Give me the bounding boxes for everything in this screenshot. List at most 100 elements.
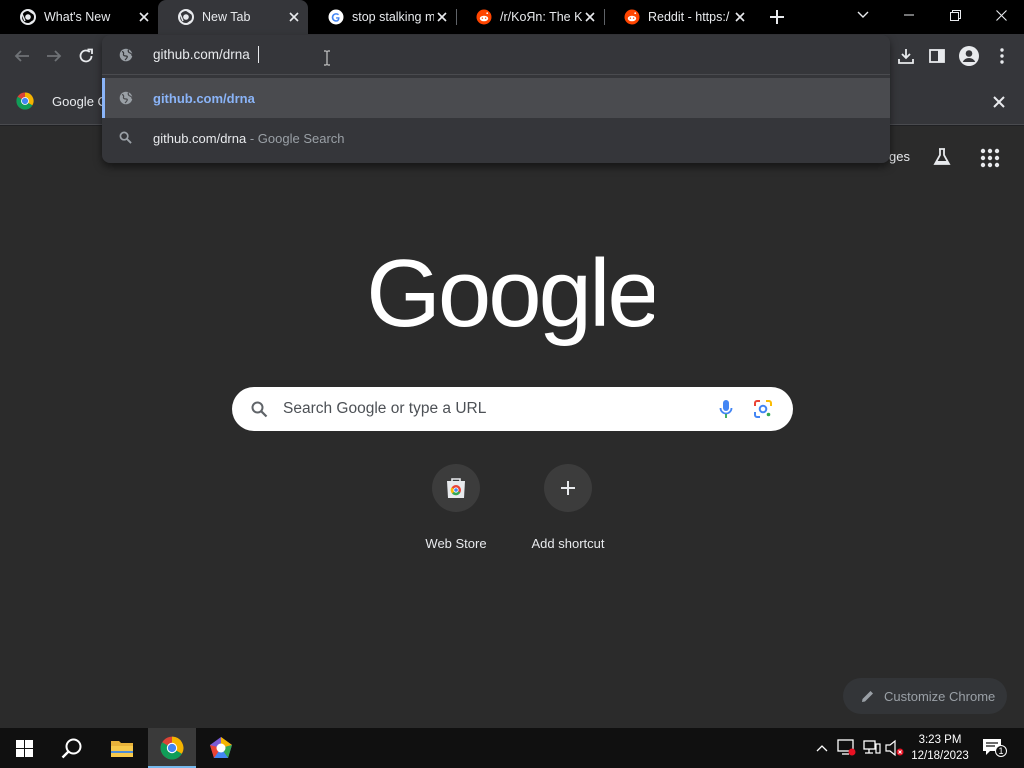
windows-taskbar: 3:23 PM 12/18/2023 1 (0, 728, 1024, 768)
text-cursor-icon (324, 50, 330, 66)
close-tab-icon[interactable] (136, 9, 152, 25)
plus-icon (770, 10, 784, 24)
reload-button[interactable] (72, 42, 100, 70)
selected-indicator (102, 78, 105, 118)
close-icon (993, 96, 1005, 108)
ntp-search-box[interactable]: Search Google or type a URL (232, 387, 793, 431)
minimize-button[interactable] (886, 0, 932, 30)
close-tab-icon[interactable] (286, 9, 302, 25)
back-button[interactable] (8, 42, 36, 70)
taskbar-clock[interactable]: 3:23 PM 12/18/2023 (906, 732, 974, 764)
close-tab-icon[interactable] (434, 9, 450, 25)
omnibox-suggestion-search[interactable]: github.com/drna - Google Search (102, 118, 890, 158)
shortcut-label: Web Store (425, 536, 487, 551)
google-logo-text: Google (370, 244, 654, 347)
show-hidden-icons-button[interactable] (812, 740, 832, 756)
new-tab-page: ges Google Search Google or type a URL W… (0, 126, 1024, 728)
bookmark-label: Google C (52, 93, 107, 109)
tab-title: stop stalking m (352, 10, 434, 24)
downloads-button[interactable] (892, 42, 920, 70)
microphone-icon[interactable] (719, 399, 733, 419)
chrome-menu-button[interactable] (988, 42, 1016, 70)
tab-whats-new[interactable]: What's New (0, 0, 158, 34)
restore-button[interactable] (932, 0, 978, 30)
chrome-icon (178, 9, 194, 25)
arrow-right-icon (47, 50, 62, 62)
omnibox-suggestion-url[interactable]: github.com/drna (102, 78, 890, 118)
shortcut-label: Add shortcut (531, 536, 605, 551)
tab-title: /r/KoЯn: The K (500, 10, 582, 24)
chrome-logo-icon (16, 92, 34, 110)
reddit-icon (476, 9, 492, 25)
download-icon (898, 49, 914, 64)
minimize-icon (904, 14, 914, 16)
images-link-fragment[interactable]: ges (889, 149, 910, 164)
pentagon-app-icon (210, 737, 232, 758)
omnibox-input[interactable]: github.com/drna (153, 47, 250, 62)
labs-button[interactable] (930, 146, 954, 168)
google-apps-button[interactable] (978, 146, 1002, 170)
network-icon (863, 740, 881, 754)
network-icon-button[interactable] (862, 739, 882, 757)
taskbar-file-explorer[interactable] (98, 728, 146, 768)
taskbar-search-button[interactable] (48, 728, 96, 768)
taskbar-chrome[interactable] (148, 728, 196, 768)
restore-icon (949, 9, 961, 21)
shortcut-icon-bg (544, 464, 592, 512)
search-icon (119, 131, 132, 144)
kebab-menu-icon (1000, 48, 1004, 64)
clock-time: 3:23 PM (918, 734, 962, 746)
tab-search-button[interactable] (851, 3, 875, 27)
side-panel-icon (929, 49, 945, 63)
close-bar-button[interactable] (990, 93, 1008, 111)
customize-chrome-button[interactable]: Customize Chrome (843, 678, 1007, 714)
tab-korn-reddit[interactable]: /r/KoЯn: The K (456, 0, 604, 34)
new-tab-button[interactable] (764, 5, 790, 29)
close-window-button[interactable] (978, 0, 1024, 30)
plus-icon (561, 481, 575, 495)
monitor-warning-icon (837, 739, 856, 756)
clock-date: 12/18/2023 (911, 750, 969, 762)
tab-strip: What's New New Tab stop stalking m /r/Ko… (0, 0, 1024, 34)
flask-icon (933, 148, 951, 165)
tab-new-tab[interactable]: New Tab (158, 0, 308, 34)
tray-app-icon[interactable] (837, 739, 857, 757)
google-g-icon (328, 9, 344, 25)
profile-button[interactable] (955, 42, 983, 70)
close-tab-icon[interactable] (582, 9, 598, 25)
arrow-left-icon (14, 50, 29, 62)
chevron-down-icon (857, 11, 869, 18)
folder-icon (111, 741, 133, 757)
pencil-icon (862, 690, 873, 702)
text-caret (258, 46, 259, 63)
tab-title: Reddit - https:/ (648, 10, 730, 24)
search-icon (251, 401, 268, 418)
omnibox[interactable]: github.com/drna (102, 35, 890, 75)
shortcut-web-store[interactable]: Web Store (400, 464, 512, 552)
suggestion-url: github.com/drna (153, 90, 255, 106)
tab-reddit[interactable]: Reddit - https:/ (604, 0, 754, 34)
web-store-icon (447, 478, 465, 498)
bookmark-item-google[interactable]: Google C (16, 92, 107, 110)
google-logo: Google (370, 244, 654, 347)
forward-button[interactable] (40, 42, 68, 70)
suggestion-text: github.com/drna - Google Search (153, 131, 345, 146)
reddit-icon (624, 9, 640, 25)
shortcut-add[interactable]: Add shortcut (512, 464, 624, 552)
notification-badge: 1 (995, 745, 1007, 757)
reload-icon (79, 48, 93, 63)
close-tab-icon[interactable] (732, 9, 748, 25)
avatar-icon (959, 46, 979, 66)
omnibox-popup: github.com/drna github.com/drna github.c… (102, 35, 890, 163)
side-panel-button[interactable] (923, 42, 951, 70)
tab-stop-stalking[interactable]: stop stalking m (308, 0, 456, 34)
start-button[interactable] (0, 728, 48, 768)
volume-icon-button[interactable] (885, 739, 905, 757)
google-lens-icon[interactable] (754, 400, 772, 418)
chevron-up-icon (816, 745, 828, 752)
globe-icon (119, 91, 133, 105)
action-center-button[interactable]: 1 (982, 738, 1007, 758)
apps-grid-icon (980, 148, 1000, 168)
shortcut-icon-bg (432, 464, 480, 512)
taskbar-app[interactable] (197, 728, 245, 768)
